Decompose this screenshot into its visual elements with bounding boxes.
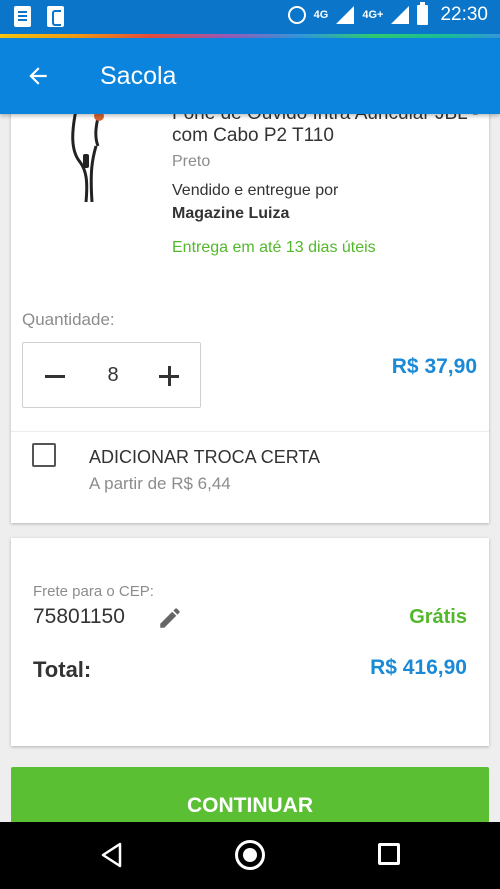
nav-recent-apps-icon[interactable] [378,843,400,865]
nav-back-icon[interactable] [98,841,126,869]
alarm-icon [287,6,306,24]
sold-by-label: Vendido e entregue por [172,182,339,199]
troca-certa-price: A partir de R$ 6,44 [89,474,231,493]
document-notification-icon [14,6,31,27]
volte-badge: 4G [313,9,329,21]
shipping-cep-label: Frete para o CEP: [33,583,154,600]
nav-home-icon[interactable] [235,840,265,870]
decrease-quantity-button[interactable] [43,364,67,388]
system-navigation-bar [0,822,500,889]
page-title: Sacola [100,62,177,90]
arrow-back-icon [29,67,47,85]
product-image [71,110,104,202]
total-value: R$ 416,90 [370,656,467,679]
shipping-cost: Grátis [409,606,467,628]
troca-certa-checkbox[interactable] [32,443,56,467]
phone-notification-icon [47,6,64,27]
quantity-stepper: 8 [22,342,201,408]
unit-price: R$ 37,90 [391,355,477,378]
edit-pencil-icon[interactable] [157,605,183,631]
increase-quantity-button[interactable] [157,364,181,388]
continue-label: CONTINUAR [187,794,313,817]
divider [11,431,489,432]
back-button[interactable] [18,56,58,96]
clock: 22:30 [440,4,488,25]
battery-icon [417,2,429,25]
order-summary-card: Frete para o CEP: 75801150 Grátis Total:… [11,538,489,746]
network-type: 4G+ [362,9,384,21]
delivery-estimate: Entrega em até 13 dias úteis [172,239,376,256]
quantity-label: Quantidade: [22,310,115,329]
cep-value: 75801150 [33,605,125,628]
status-bar: 4G 4G+ 22:30 [0,0,500,34]
app-bar: Sacola [0,38,500,114]
signal-icon [336,6,355,24]
cart-item-card: Fone de Ouvido Intra Auricular JBL - com… [11,100,489,523]
continue-button[interactable]: CONTINUAR [11,767,489,827]
seller-name: Magazine Luiza [172,205,290,222]
signal-icon-2 [391,6,410,24]
quantity-value[interactable]: 8 [93,364,133,387]
product-color: Preto [172,153,211,170]
total-label: Total: [33,657,92,682]
troca-certa-label[interactable]: ADICIONAR TROCA CERTA [89,447,320,468]
